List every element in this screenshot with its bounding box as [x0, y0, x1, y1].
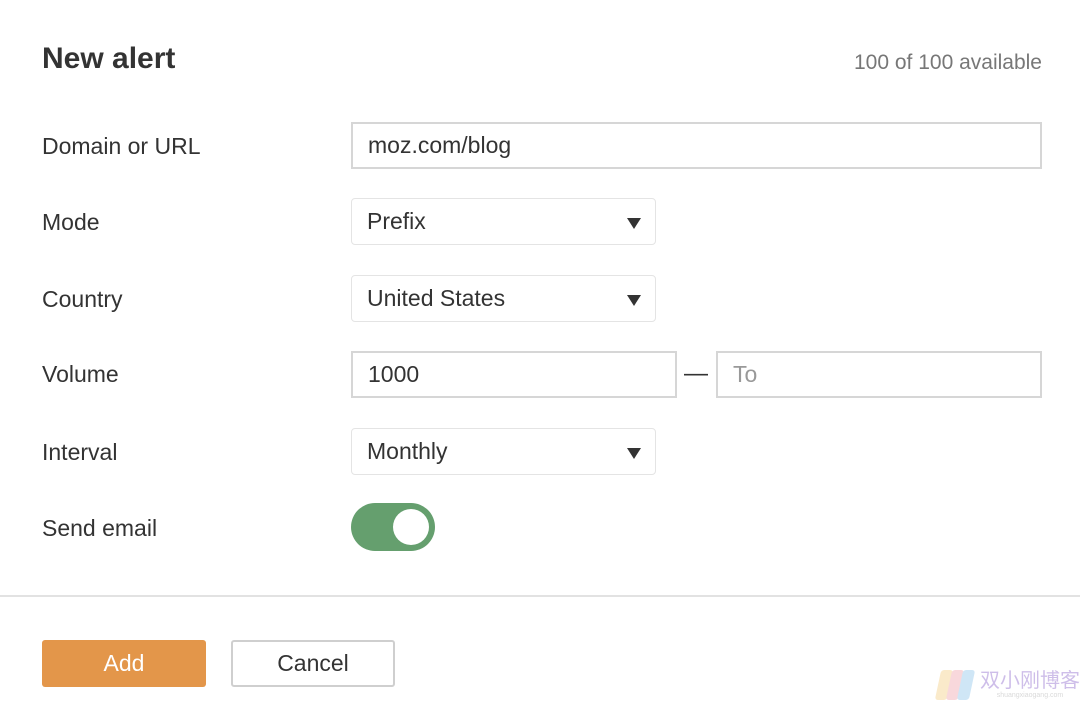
interval-select[interactable]: Monthly: [351, 428, 656, 475]
page-title: New alert: [42, 42, 176, 75]
watermark-logo-icon: [934, 670, 976, 702]
volume-to-input[interactable]: To: [716, 351, 1042, 398]
add-button[interactable]: Add: [42, 640, 206, 687]
chevron-down-icon: [627, 448, 641, 459]
chevron-down-icon: [627, 295, 641, 306]
mode-value: Prefix: [367, 208, 426, 234]
watermark-url: shuangxiaogang.com: [996, 692, 1064, 699]
country-select[interactable]: United States: [351, 275, 656, 322]
watermark-text: 双小刚博客: [980, 670, 1080, 692]
volume-from-value: 1000: [368, 361, 420, 387]
interval-label: Interval: [42, 439, 118, 465]
volume-from-input[interactable]: 1000: [351, 351, 677, 398]
volume-to-placeholder: To: [733, 361, 758, 387]
volume-label: Volume: [42, 361, 119, 387]
country-value: United States: [367, 285, 506, 311]
country-label: Country: [42, 286, 123, 312]
mode-select[interactable]: Prefix: [351, 198, 656, 245]
interval-value: Monthly: [367, 438, 448, 464]
chevron-down-icon: [627, 218, 641, 229]
watermark: 双小刚博客 shuangxiaogang.com: [934, 670, 1080, 702]
domain-input[interactable]: moz.com/blog: [351, 122, 1042, 169]
mode-label: Mode: [42, 209, 100, 235]
domain-label: Domain or URL: [42, 133, 201, 159]
send-email-toggle[interactable]: [351, 503, 435, 551]
send-email-label: Send email: [42, 515, 158, 541]
divider: [0, 595, 1080, 597]
availability-count: 100 of 100 available: [854, 51, 1042, 74]
domain-value: moz.com/blog: [368, 132, 512, 158]
toggle-knob: [393, 509, 429, 545]
range-separator: —: [684, 360, 708, 387]
cancel-button[interactable]: Cancel: [231, 640, 395, 687]
